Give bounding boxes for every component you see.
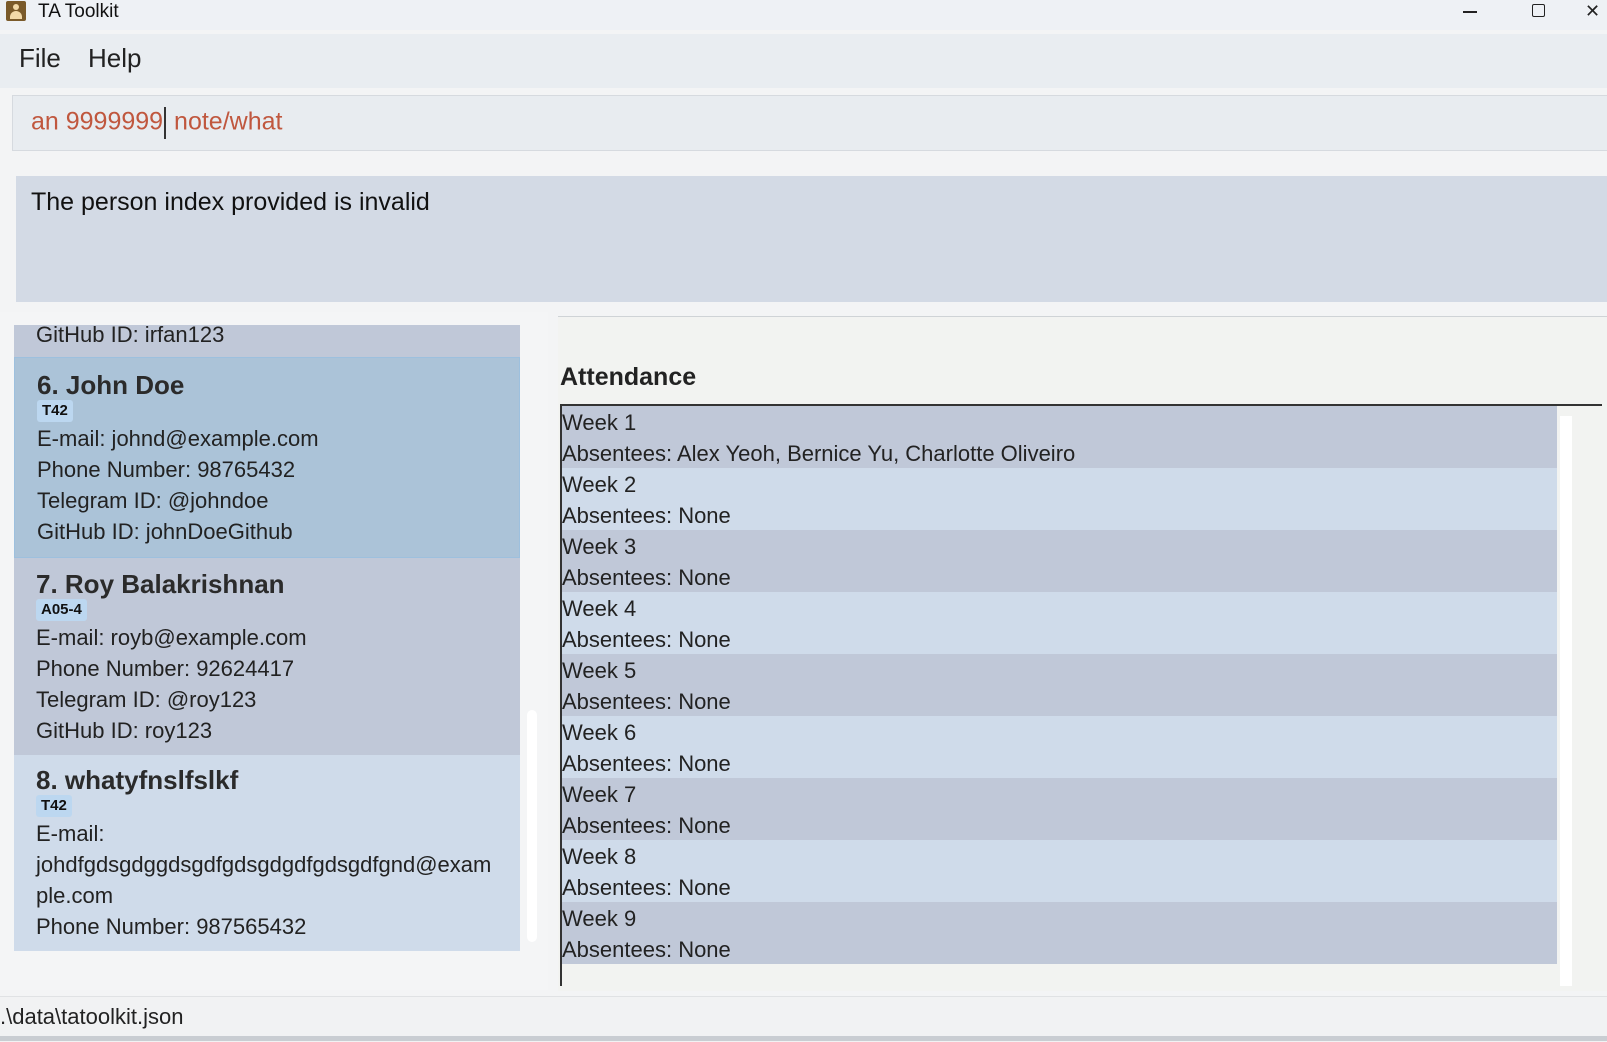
window-title: TA Toolkit <box>38 1 119 22</box>
attendance-week: Week 1 <box>562 410 637 435</box>
attendance-list[interactable]: Week 9 Absentees: None Week 8 Absentees: No… <box>560 404 1602 986</box>
person-phone: Phone Number: 987565432 <box>36 914 307 939</box>
command-text: an 9999999 note/what <box>31 107 282 139</box>
person-tag: A05-4 <box>36 599 87 621</box>
app-icon <box>6 1 26 21</box>
person-phone: Phone Number: 92624417 <box>36 656 295 681</box>
close-icon: ✕ <box>1585 1 1601 21</box>
minimize-icon <box>1463 11 1477 13</box>
attendance-row[interactable]: Week 1 Absentees: Alex Yeoh, Bernice Yu, … <box>562 406 1557 468</box>
text-caret <box>164 107 167 139</box>
attendance-absentees: Absentees: None <box>562 689 731 714</box>
person-github: GitHub ID: johnDoeGithub <box>37 519 293 544</box>
person-telegram: Telegram ID: @roy123 <box>36 687 257 712</box>
attendance-absentees: Absentees: None <box>562 627 731 652</box>
person-tag: T42 <box>36 795 72 817</box>
person-list-scrollbar[interactable] <box>527 710 537 942</box>
person-card-6[interactable]: 6. John Doe T42 E-mail: johnd@example.co… <box>14 357 520 558</box>
person-list[interactable]: GitHub ID: irfan123 6. John Doe T42 E-ma… <box>0 312 548 990</box>
attendance-absentees: Absentees: None <box>562 503 731 528</box>
menu-bar: File Help <box>0 34 1607 88</box>
maximize-button[interactable] <box>1518 0 1558 24</box>
attendance-scrollbar[interactable] <box>1560 416 1572 986</box>
command-input[interactable]: an 9999999 note/what <box>12 95 1607 151</box>
attendance-row[interactable]: Week 7 Absentees: None <box>562 778 1557 840</box>
attendance-week: Week 7 <box>562 782 637 807</box>
person-github: GitHub ID: roy123 <box>36 718 213 743</box>
attendance-panel: Attendance Week 9 Absentees: None Week 8 Ab… <box>558 316 1607 991</box>
person-card-partial[interactable]: GitHub ID: irfan123 <box>14 325 520 357</box>
close-button[interactable]: ✕ <box>1585 0 1607 24</box>
person-telegram: Telegram ID: @johndoe <box>37 488 269 513</box>
person-tag: T42 <box>37 400 73 422</box>
attendance-row[interactable]: Week 2 Absentees: None <box>562 468 1557 530</box>
title-bar: TA Toolkit ✕ <box>0 0 1607 30</box>
attendance-week: Week 4 <box>562 596 637 621</box>
attendance-week: Week 2 <box>562 472 637 497</box>
attendance-row[interactable]: Week 3 Absentees: None <box>562 530 1557 592</box>
attendance-row[interactable]: Week 4 Absentees: None <box>562 592 1557 654</box>
person-email: E-mail: royb@example.com <box>36 625 307 650</box>
person-email-wrap: ple.com <box>36 883 114 908</box>
person-name: 6. John Doe <box>37 370 185 400</box>
result-message: The person index provided is invalid <box>31 188 430 216</box>
person-github: GitHub ID: irfan123 <box>36 325 225 347</box>
attendance-week: Week 3 <box>562 534 637 559</box>
person-name: 7. Roy Balakrishnan <box>36 569 285 599</box>
person-card-7[interactable]: 7. Roy Balakrishnan A05-4 E-mail: royb@e… <box>14 558 520 755</box>
attendance-absentees: Absentees: None <box>562 937 731 962</box>
person-email: E-mail: johnd@example.com <box>37 426 319 451</box>
person-email: johdfgdsgdggdsgdfgdsgdgdfgdsgdfgnd@exam <box>36 852 492 877</box>
attendance-absentees: Absentees: None <box>562 751 731 776</box>
attendance-absentees: Absentees: None <box>562 875 731 900</box>
attendance-row[interactable]: Week 8 Absentees: None <box>562 840 1557 902</box>
attendance-row[interactable]: Week 5 Absentees: None <box>562 654 1557 716</box>
window-bottom-border <box>0 1036 1607 1041</box>
attendance-absentees: Absentees: None <box>562 813 731 838</box>
attendance-week: Week 6 <box>562 720 637 745</box>
attendance-week: Week 9 <box>562 906 637 931</box>
save-location: .\data\tatoolkit.json <box>0 1004 184 1029</box>
minimize-button[interactable] <box>1450 0 1490 24</box>
result-display: The person index provided is invalid <box>16 176 1607 302</box>
attendance-week: Week 5 <box>562 658 637 683</box>
maximize-icon <box>1532 4 1545 17</box>
menu-help[interactable]: Help <box>88 43 141 74</box>
attendance-absentees: Absentees: None <box>562 565 731 590</box>
attendance-absentees: Absentees: Alex Yeoh, Bernice Yu, Charlo… <box>562 441 1076 466</box>
person-phone: Phone Number: 98765432 <box>37 457 296 482</box>
attendance-row[interactable]: Week 6 Absentees: None <box>562 716 1557 778</box>
person-card-8[interactable]: 8. whatyfnslfslkf T42 E-mail: johdfgdsgd… <box>14 755 520 951</box>
attendance-week: Week 8 <box>562 844 637 869</box>
person-name: 8. whatyfnslfslkf <box>36 765 239 795</box>
attendance-title: Attendance <box>560 363 697 391</box>
attendance-row[interactable]: Week 9 Absentees: None <box>562 902 1557 964</box>
person-email-label: E-mail: <box>36 821 105 846</box>
menu-file[interactable]: File <box>19 43 61 74</box>
